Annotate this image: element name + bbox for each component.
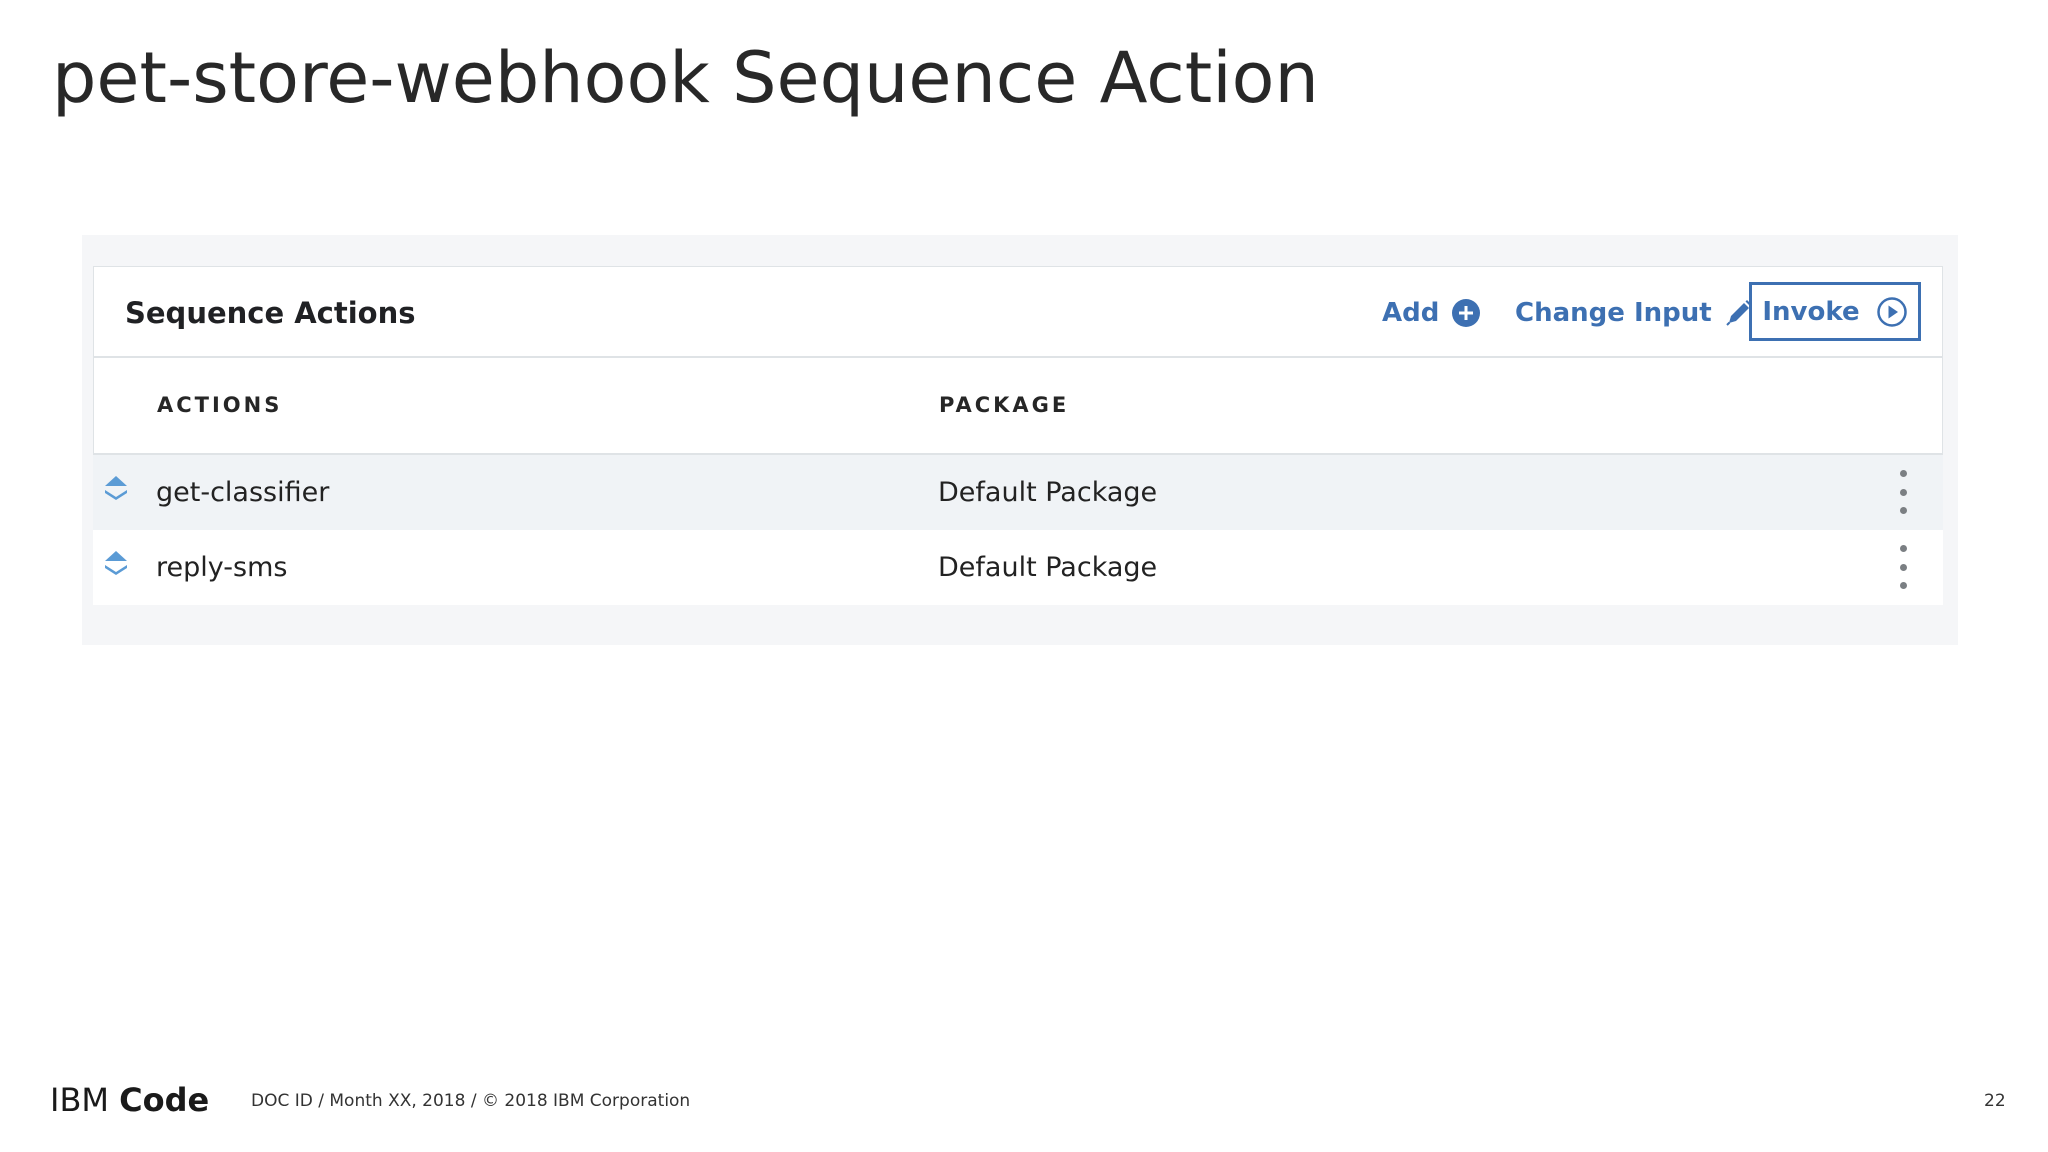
invoke-label: Invoke: [1762, 296, 1860, 327]
package-name: Default Package: [938, 477, 1158, 508]
brand-bold: Code: [119, 1081, 210, 1119]
table-row[interactable]: reply-sms Default Package: [93, 530, 1943, 605]
column-header-actions: ACTIONS: [157, 393, 283, 417]
invoke-button[interactable]: Invoke: [1749, 282, 1921, 341]
action-name: reply-sms: [156, 552, 288, 583]
change-input-label: Change Input: [1515, 298, 1712, 328]
package-name: Default Package: [938, 552, 1158, 583]
add-button[interactable]: Add: [1382, 267, 1481, 359]
sequence-actions-header: Sequence Actions Add Change Input Invoke: [93, 266, 1943, 358]
footer-doc-info: DOC ID / Month XX, 2018 / © 2018 IBM Cor…: [251, 1091, 691, 1111]
plus-circle-icon: [1451, 298, 1481, 328]
sequence-actions-title: Sequence Actions: [125, 296, 416, 330]
vertical-dots-icon: [1899, 470, 1907, 477]
row-menu-button[interactable]: [1893, 470, 1913, 514]
slide-title: pet-store-webhook Sequence Action: [52, 37, 1319, 119]
footer-brand-logo: IBM Code: [50, 1080, 209, 1120]
table-row[interactable]: get-classifier Default Package: [93, 455, 1943, 530]
column-header-package: PACKAGE: [939, 393, 1070, 417]
table-header: ACTIONS PACKAGE: [93, 358, 1943, 455]
sort-arrows-icon[interactable]: [103, 475, 129, 509]
add-label: Add: [1382, 298, 1440, 328]
change-input-button[interactable]: Change Input: [1515, 267, 1754, 359]
row-menu-button[interactable]: [1893, 545, 1913, 589]
brand-light: IBM: [50, 1081, 109, 1119]
play-circle-icon: [1876, 296, 1908, 328]
vertical-dots-icon: [1899, 545, 1907, 552]
page-number: 22: [1984, 1091, 2006, 1111]
sort-arrows-icon[interactable]: [103, 550, 129, 584]
action-name: get-classifier: [156, 477, 330, 508]
